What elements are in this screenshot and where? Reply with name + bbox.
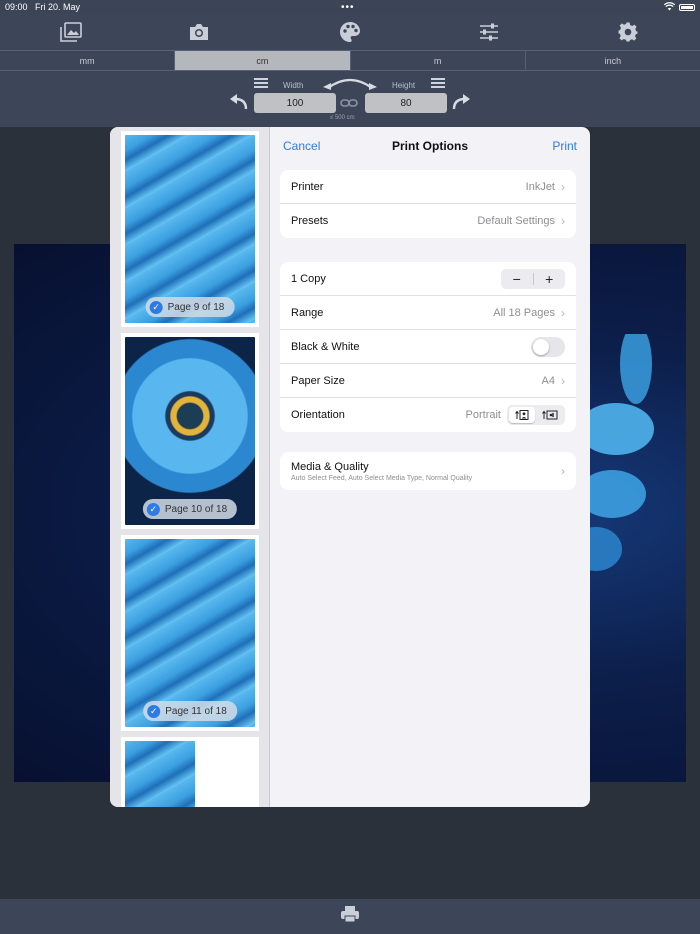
page-thumbnail: ✓ Page 10 of 18 [125,337,255,525]
chevron-right-icon: › [561,373,565,388]
status-time: 09:00 [5,2,28,12]
page-label: Page 11 of 18 [165,705,227,717]
redo-icon[interactable] [451,93,471,111]
increment-button[interactable]: + [534,269,566,289]
chevron-right-icon: › [561,179,565,194]
printer-group: Printer InkJet › Presets Default Settings… [280,170,576,238]
range-row[interactable]: Range All 18 Pages › [280,296,576,330]
media-quality-summary: Auto Select Feed, Auto Select Media Type… [291,474,473,482]
black-white-label: Black & White [291,340,360,353]
gear-icon[interactable] [616,20,640,44]
height-label: Height [392,81,416,90]
gallery-icon[interactable] [59,20,83,44]
checkmark-icon: ✓ [147,704,161,718]
bottom-toolbar [0,899,700,934]
max-size-note: ≤ 500 cm [330,115,355,121]
print-options-panel: Cancel Print Options Print Printer InkJe… [270,127,590,807]
page-preview[interactable]: ✓ Page 9 of 18 [121,131,259,327]
checkmark-icon: ✓ [146,502,160,516]
camera-icon[interactable] [187,20,211,44]
paper-size-value: A4 [541,374,555,387]
battery-icon [679,4,695,11]
link-icon[interactable] [340,97,358,109]
width-input[interactable]: 100 [254,93,336,113]
black-white-toggle[interactable] [531,336,565,357]
page-preview[interactable] [121,737,259,807]
width-label: Width [283,81,304,90]
print-options-dialog: ✓ Page 9 of 18 ✓ Page 10 of 18 ✓ Page 11… [110,127,590,807]
printer-label: Printer [291,180,324,193]
portrait-icon[interactable] [509,407,535,423]
printer-row[interactable]: Printer InkJet › [280,170,576,204]
printer-value: InkJet [525,180,555,193]
chevron-right-icon: › [561,214,565,228]
print-button[interactable]: Print [552,139,577,153]
black-white-row: Black & White [280,330,576,364]
page-badge: ✓ Page 9 of 18 [145,297,235,317]
main-toolbar [0,14,700,50]
unit-mm[interactable]: mm [0,51,176,70]
printer-icon[interactable] [340,905,360,928]
page-thumbnail: ✓ Page 11 of 18 [125,539,255,727]
paper-size-label: Paper Size [291,374,345,387]
page-preview[interactable]: ✓ Page 10 of 18 [121,333,259,529]
unit-cm[interactable]: cm [175,51,351,70]
chevron-right-icon: › [561,464,565,478]
landscape-icon[interactable] [537,407,563,423]
sliders-icon[interactable] [477,20,501,44]
page-preview-list[interactable]: ✓ Page 9 of 18 ✓ Page 10 of 18 ✓ Page 11… [110,127,270,807]
page-preview[interactable]: ✓ Page 11 of 18 [121,535,259,731]
copies-stepper: − + [501,268,566,289]
presets-label: Presets [291,215,329,227]
copies-label: 1 Copy [291,272,326,285]
size-bar: Width Height 100 80 ≤ 500 cm [0,71,700,127]
height-input[interactable]: 80 [365,93,447,113]
dialog-header: Cancel Print Options Print [270,127,590,165]
media-group: Media & Quality Auto Select Feed, Auto S… [280,452,576,490]
unit-selector: mm cm m inch [0,50,700,71]
page-thumbnail [125,741,195,807]
decrement-button[interactable]: − [501,269,533,289]
orientation-value: Portrait [465,409,501,421]
wifi-icon [663,2,676,13]
status-date: Fri 20. May [35,2,81,12]
page-badge: ✓ Page 10 of 18 [142,499,238,519]
orientation-row: Orientation Portrait [280,398,576,432]
paper-size-row[interactable]: Paper Size A4 › [280,364,576,398]
checkmark-icon: ✓ [149,300,163,314]
page-label: Page 9 of 18 [167,301,225,313]
orientation-label: Orientation [291,409,345,421]
swap-arrow-icon[interactable] [322,75,378,91]
range-value: All 18 Pages [493,306,555,319]
orientation-selector [507,405,565,425]
height-menu-icon[interactable] [431,78,445,88]
presets-value: Default Settings [477,215,555,227]
page-thumbnail: ✓ Page 9 of 18 [125,135,255,323]
copies-row: 1 Copy − + [280,262,576,296]
status-bar: 09:00 Fri 20. May ••• [0,0,700,14]
unit-inch[interactable]: inch [526,51,700,70]
page-badge: ✓ Page 11 of 18 [143,701,237,721]
palette-icon[interactable] [338,20,362,44]
media-quality-label: Media & Quality [291,460,369,473]
settings-group: 1 Copy − + Range All 18 Pages › Black & W… [280,262,576,432]
chevron-right-icon: › [561,305,565,320]
undo-icon[interactable] [229,93,249,111]
page-label: Page 10 of 18 [164,503,228,515]
media-quality-row[interactable]: Media & Quality Auto Select Feed, Auto S… [280,452,576,490]
dialog-title: Print Options [392,139,468,153]
unit-m[interactable]: m [351,51,526,70]
presets-row[interactable]: Presets Default Settings › [280,204,576,238]
multitasking-dots[interactable]: ••• [341,2,355,13]
range-label: Range [291,306,324,319]
width-menu-icon[interactable] [254,78,268,88]
